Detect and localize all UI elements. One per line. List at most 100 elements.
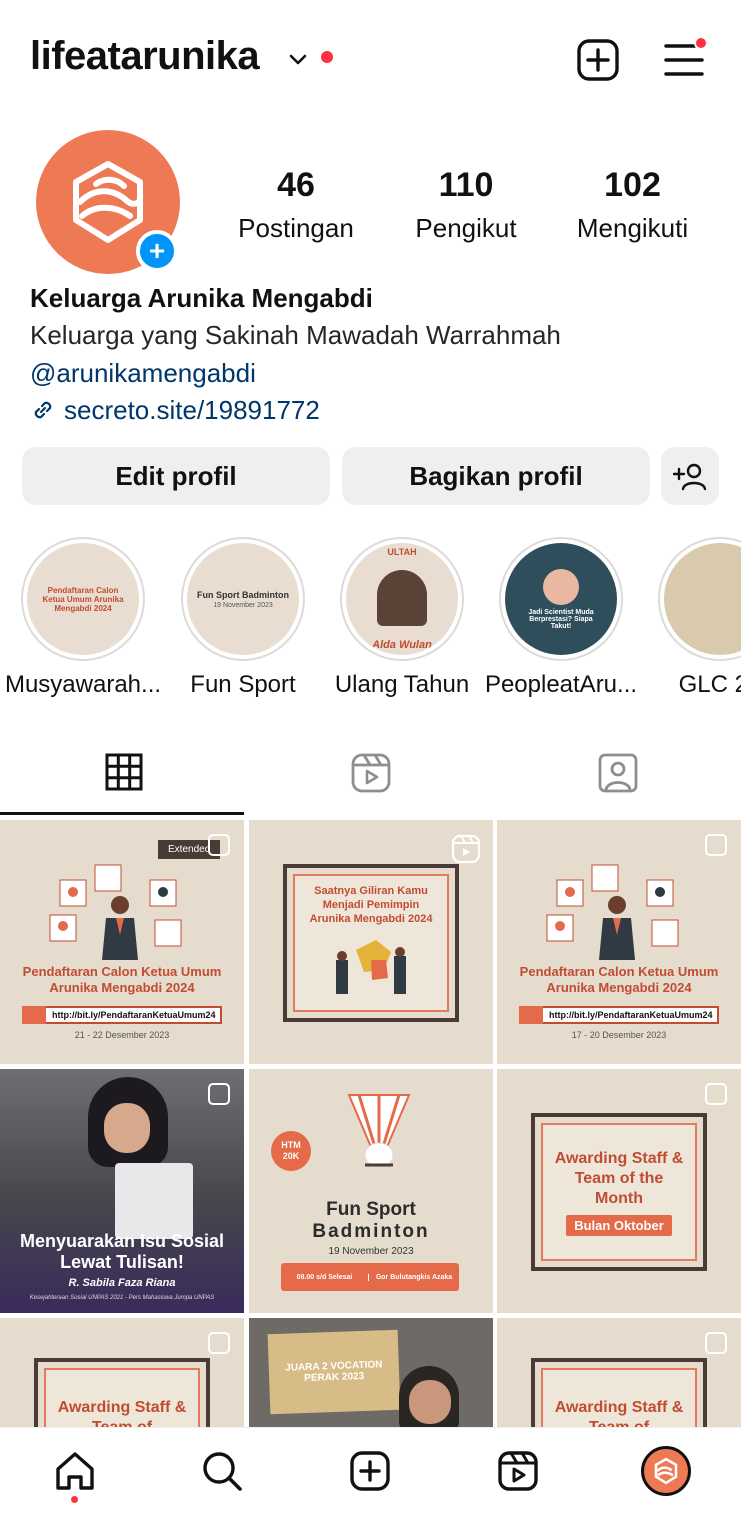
event-place: Gor Bulutangkis Azaka <box>375 1273 453 1281</box>
post-tile[interactable]: HTM 20K Fun Sport Badminton 19 November … <box>249 1069 493 1313</box>
nav-reels[interactable] <box>493 1446 543 1496</box>
profile-mention-link[interactable]: @arunikamengabdi <box>30 354 720 392</box>
post-frame: Awarding Staff & Team of the Month Bulan… <box>531 1113 707 1271</box>
posts-grid: Extended Pendaftaran Calon Ketua Umum Ar… <box>0 820 741 1427</box>
highlight-ring: ULTAH Alda Wulan <box>340 537 464 661</box>
search-icon <box>519 1006 543 1024</box>
post-author: R. Sabila Faza Riana <box>68 1277 176 1289</box>
chevron-down-icon[interactable] <box>287 48 309 70</box>
post-tile[interactable]: Awarding Staff & Team of the Month Bulan… <box>497 1069 741 1313</box>
nav-profile[interactable] <box>641 1446 691 1496</box>
stat-following[interactable]: 102 Mengikuti <box>560 166 705 244</box>
post-tile[interactable]: Pendaftaran Calon Ketua Umum Arunika Men… <box>497 820 741 1064</box>
search-icon <box>22 1006 46 1024</box>
event-time: 08.00 s/d Selesai <box>281 1273 369 1281</box>
highlight-ring: Jadi Scientist Muda Berprestasi? Siapa T… <box>499 537 623 661</box>
post-tile[interactable]: Saatnya Giliran Kamu Menjadi Pemimpin Ar… <box>249 820 493 1064</box>
highlight-thumb-text: Fun Sport Badminton <box>197 589 289 600</box>
person-face <box>409 1380 451 1424</box>
post-title: Awarding Staff & Team of the Month <box>554 1149 684 1207</box>
followers-label: Pengikut <box>415 213 517 243</box>
highlight-label: Ulang Tahun <box>334 671 470 698</box>
stat-followers[interactable]: 110 Pengikut <box>396 166 536 244</box>
post-tile[interactable]: Awarding Staff & Team of <box>0 1318 244 1427</box>
edit-profile-button[interactable]: Edit profil <box>22 447 330 505</box>
post-tile[interactable]: JUARA 2 VOCATION PERAK 2023 <box>249 1318 493 1427</box>
new-post-icon[interactable] <box>574 36 622 84</box>
event-info-bar: 08.00 s/d Selesai Gor Bulutangkis Azaka <box>281 1263 459 1291</box>
highlight-peopleatarunika[interactable]: Jadi Scientist Muda Berprestasi? Siapa T… <box>481 537 641 699</box>
people-illustration <box>546 864 679 960</box>
person-photo <box>377 570 427 626</box>
people-illustration <box>49 864 182 960</box>
post-title-1: Fun Sport <box>326 1199 416 1220</box>
posts-label: Postingan <box>238 213 354 243</box>
post-title: Awarding Staff & Team of <box>554 1399 684 1427</box>
followers-count: 110 <box>438 166 494 204</box>
tagged-icon <box>598 753 637 793</box>
post-tile[interactable]: Extended Pendaftaran Calon Ketua Umum Ar… <box>0 820 244 1064</box>
highlight-fun-sport[interactable]: Fun Sport Badminton 19 November 2023 Fun… <box>163 537 323 699</box>
post-url: http://bit.ly/PendaftaranKetuaUmum24 <box>519 1006 719 1024</box>
highlight-label: GLC 20 <box>678 671 741 698</box>
post-frame-inner: Awarding Staff & Team of <box>44 1368 200 1427</box>
profile-username[interactable]: lifeatarunika <box>30 34 260 79</box>
profile-bio: Keluarga Arunika Mengabdi Keluarga yang … <box>30 280 720 428</box>
bottom-navigation <box>0 1427 741 1519</box>
highlight-ring <box>658 537 741 661</box>
arunika-logo-icon <box>654 1457 678 1485</box>
highlight-thumbnail: Jadi Scientist Muda Berprestasi? Siapa T… <box>505 543 617 655</box>
posts-count: 46 <box>277 166 315 204</box>
discover-people-button[interactable] <box>661 447 719 505</box>
nav-search[interactable] <box>197 1446 247 1496</box>
post-pill: Bulan Oktober <box>566 1214 672 1236</box>
post-frame: Saatnya Giliran Kamu Menjadi Pemimpin Ar… <box>283 864 459 1022</box>
profile-bio-text: Keluarga yang Sakinah Mawadah Warrahmah <box>30 320 561 350</box>
person-photo <box>543 568 579 605</box>
add-story-button[interactable]: + <box>136 230 178 272</box>
highlight-thumbnail: Pendaftaran Calon Ketua Umum Arunika Men… <box>27 543 139 655</box>
highlight-thumb-text: Pendaftaran Calon Ketua Umum Arunika Men… <box>42 585 124 613</box>
stat-posts[interactable]: 46 Postingan <box>226 166 366 244</box>
highlight-thumb-date: 19 November 2023 <box>213 601 273 609</box>
reels-icon <box>351 753 390 793</box>
post-date: 19 November 2023 <box>328 1246 414 1257</box>
highlight-label: PeopleatAru... <box>484 671 638 698</box>
award-sign: JUARA 2 VOCATION PERAK 2023 <box>267 1329 401 1415</box>
profile-display-name: Keluarga Arunika Mengabdi <box>30 283 373 313</box>
share-profile-button[interactable]: Bagikan profil <box>342 447 650 505</box>
post-tile[interactable]: Menyuarakan Isu Sosial Lewat Tulisan! R.… <box>0 1069 244 1313</box>
nav-home[interactable] <box>50 1446 100 1496</box>
post-frame-inner: Saatnya Giliran Kamu Menjadi Pemimpin Ar… <box>293 874 449 1012</box>
tab-tagged[interactable] <box>494 740 741 816</box>
following-label: Mengikuti <box>576 213 689 243</box>
home-icon <box>56 1452 94 1490</box>
following-count: 102 <box>604 166 661 204</box>
profile-avatar <box>641 1446 691 1496</box>
tab-reels[interactable] <box>247 740 494 816</box>
multi-select-icon <box>705 1083 727 1105</box>
post-tile[interactable]: Awarding Staff & Team of <box>497 1318 741 1427</box>
person-face <box>104 1103 150 1153</box>
highlight-glc[interactable]: GLC 20 <box>640 537 741 699</box>
nav-create[interactable] <box>345 1446 395 1496</box>
post-date: 21 - 22 Desember 2023 <box>74 1030 170 1040</box>
paper-prop <box>115 1163 193 1239</box>
highlight-thumb-top: ULTAH <box>387 547 417 557</box>
highlight-thumbnail: ULTAH Alda Wulan <box>346 543 458 655</box>
profile-tabs <box>0 740 741 816</box>
grid-icon <box>105 753 142 791</box>
highlight-label: Fun Sport <box>190 671 296 698</box>
post-title: Menyuarakan Isu Sosial Lewat Tulisan! <box>19 1231 225 1272</box>
highlight-musyawarah[interactable]: Pendaftaran Calon Ketua Umum Arunika Men… <box>3 537 163 699</box>
profile-external-link[interactable]: secreto.site/19891772 <box>30 392 720 428</box>
tab-posts-grid[interactable] <box>0 740 247 816</box>
highlight-ulang-tahun[interactable]: ULTAH Alda Wulan Ulang Tahun <box>322 537 482 699</box>
add-person-icon <box>673 463 707 491</box>
highlight-ring: Fun Sport Badminton 19 November 2023 <box>181 537 305 661</box>
create-icon <box>350 1451 390 1491</box>
reels-icon <box>498 1451 538 1491</box>
post-frame-inner: Awarding Staff & Team of the Month Bulan… <box>541 1123 697 1261</box>
teamwork-illustration <box>336 940 406 994</box>
post-title: Awarding Staff & Team of <box>57 1399 187 1427</box>
